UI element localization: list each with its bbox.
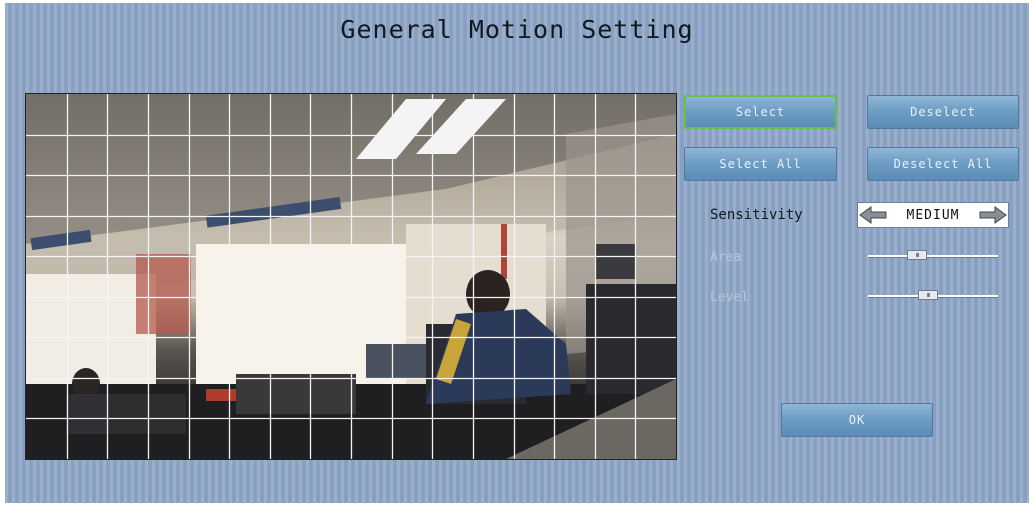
sensitivity-spinner[interactable]: MEDIUM bbox=[857, 202, 1009, 228]
area-label: Area bbox=[710, 250, 742, 265]
motion-grid[interactable] bbox=[26, 94, 676, 459]
sensitivity-label: Sensitivity bbox=[710, 207, 803, 223]
select-button[interactable]: Select bbox=[684, 95, 837, 129]
area-slider[interactable] bbox=[868, 249, 998, 263]
camera-preview[interactable] bbox=[25, 93, 677, 460]
arrow-left-icon[interactable] bbox=[858, 203, 888, 227]
area-slider-track bbox=[868, 255, 998, 258]
page-title: General Motion Setting bbox=[340, 15, 694, 44]
level-slider-thumb[interactable] bbox=[918, 290, 938, 300]
ok-button[interactable]: OK bbox=[781, 403, 933, 437]
level-slider[interactable] bbox=[868, 289, 998, 303]
deselect-button[interactable]: Deselect bbox=[867, 95, 1019, 129]
arrow-right-icon[interactable] bbox=[978, 203, 1008, 227]
level-label: Level bbox=[710, 290, 750, 305]
select-all-button[interactable]: Select All bbox=[684, 147, 837, 181]
sensitivity-value: MEDIUM bbox=[906, 207, 960, 223]
area-slider-thumb[interactable] bbox=[907, 250, 927, 260]
deselect-all-button[interactable]: Deselect All bbox=[867, 147, 1019, 181]
